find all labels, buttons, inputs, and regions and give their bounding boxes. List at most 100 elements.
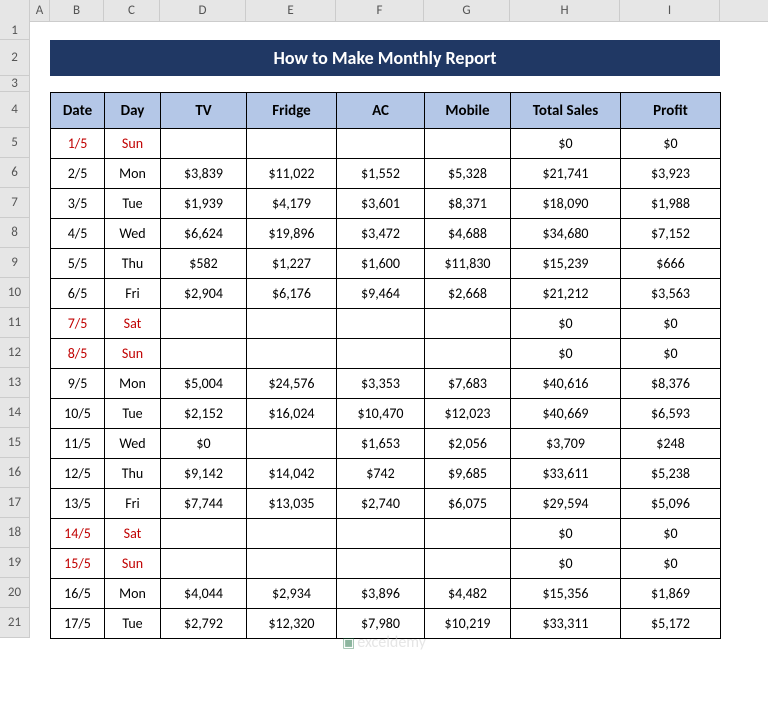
- header-ac[interactable]: AC: [337, 93, 425, 129]
- header-tv[interactable]: TV: [161, 93, 247, 129]
- cell-mobile[interactable]: $2,668: [425, 279, 511, 309]
- cell-fridge[interactable]: $6,176: [247, 279, 337, 309]
- cell-total[interactable]: $40,669: [511, 399, 621, 429]
- cell-fridge[interactable]: $19,896: [247, 219, 337, 249]
- cell-date[interactable]: 14/5: [51, 519, 105, 549]
- cell-day[interactable]: Tue: [105, 189, 161, 219]
- row-header[interactable]: 4: [0, 92, 29, 128]
- cell-ac[interactable]: $2,740: [337, 489, 425, 519]
- cell-total[interactable]: $0: [511, 129, 621, 159]
- cell-profit[interactable]: $0: [621, 129, 721, 159]
- cell-day[interactable]: Tue: [105, 609, 161, 639]
- cell-ac[interactable]: $10,470: [337, 399, 425, 429]
- col-header-b[interactable]: B: [50, 0, 104, 21]
- cell-ac[interactable]: [337, 129, 425, 159]
- cell-tv[interactable]: $6,624: [161, 219, 247, 249]
- row-header[interactable]: 10: [0, 278, 29, 308]
- cell-total[interactable]: $29,594: [511, 489, 621, 519]
- cell-total[interactable]: $33,311: [511, 609, 621, 639]
- cell-profit[interactable]: $0: [621, 339, 721, 369]
- cell-tv[interactable]: $2,152: [161, 399, 247, 429]
- cell-ac[interactable]: $3,601: [337, 189, 425, 219]
- cell-total[interactable]: $15,239: [511, 249, 621, 279]
- cell-date[interactable]: 15/5: [51, 549, 105, 579]
- cell-mobile[interactable]: $4,482: [425, 579, 511, 609]
- col-header-g[interactable]: G: [424, 0, 510, 21]
- cell-ac[interactable]: [337, 519, 425, 549]
- cell-tv[interactable]: $1,939: [161, 189, 247, 219]
- cell-profit[interactable]: $8,376: [621, 369, 721, 399]
- cell-profit[interactable]: $248: [621, 429, 721, 459]
- row-header[interactable]: 2: [0, 40, 29, 76]
- row-header[interactable]: 12: [0, 338, 29, 368]
- cell-ac[interactable]: $1,600: [337, 249, 425, 279]
- cell-total[interactable]: $33,611: [511, 459, 621, 489]
- cell-day[interactable]: Fri: [105, 489, 161, 519]
- cell-fridge[interactable]: $11,022: [247, 159, 337, 189]
- cell-fridge[interactable]: $14,042: [247, 459, 337, 489]
- cell-date[interactable]: 3/5: [51, 189, 105, 219]
- cell-profit[interactable]: $0: [621, 519, 721, 549]
- cell-ac[interactable]: [337, 339, 425, 369]
- cell-ac[interactable]: $1,552: [337, 159, 425, 189]
- cell-day[interactable]: Wed: [105, 219, 161, 249]
- cell-mobile[interactable]: $8,371: [425, 189, 511, 219]
- cell-profit[interactable]: $0: [621, 309, 721, 339]
- select-all-corner[interactable]: [0, 0, 30, 22]
- cell-tv[interactable]: $7,744: [161, 489, 247, 519]
- cell-day[interactable]: Sun: [105, 129, 161, 159]
- row-header[interactable]: 20: [0, 578, 29, 608]
- cell-mobile[interactable]: [425, 549, 511, 579]
- cell-fridge[interactable]: [247, 519, 337, 549]
- cell-day[interactable]: Wed: [105, 429, 161, 459]
- cell-tv[interactable]: [161, 309, 247, 339]
- col-header-a[interactable]: A: [30, 0, 50, 21]
- cell-day[interactable]: Thu: [105, 249, 161, 279]
- cell-mobile[interactable]: $11,830: [425, 249, 511, 279]
- col-header-e[interactable]: E: [246, 0, 336, 21]
- row-header[interactable]: 6: [0, 158, 29, 188]
- cell-day[interactable]: Mon: [105, 579, 161, 609]
- cell-day[interactable]: Mon: [105, 369, 161, 399]
- cell-profit[interactable]: $7,152: [621, 219, 721, 249]
- cell-total[interactable]: $34,680: [511, 219, 621, 249]
- cell-fridge[interactable]: $1,227: [247, 249, 337, 279]
- cell-profit[interactable]: $1,988: [621, 189, 721, 219]
- cell-ac[interactable]: $3,353: [337, 369, 425, 399]
- cell-fridge[interactable]: [247, 129, 337, 159]
- cell-profit[interactable]: $3,563: [621, 279, 721, 309]
- col-header-c[interactable]: C: [104, 0, 160, 21]
- cell-mobile[interactable]: $5,328: [425, 159, 511, 189]
- cell-mobile[interactable]: $2,056: [425, 429, 511, 459]
- cell-date[interactable]: 7/5: [51, 309, 105, 339]
- cell-date[interactable]: 6/5: [51, 279, 105, 309]
- row-header[interactable]: 7: [0, 188, 29, 218]
- report-title-cell[interactable]: How to Make Monthly Report: [50, 40, 720, 76]
- cell-total[interactable]: $0: [511, 519, 621, 549]
- cell-date[interactable]: 17/5: [51, 609, 105, 639]
- cell-profit[interactable]: $5,238: [621, 459, 721, 489]
- row-header[interactable]: 11: [0, 308, 29, 338]
- cell-date[interactable]: 13/5: [51, 489, 105, 519]
- col-header-f[interactable]: F: [336, 0, 424, 21]
- cell-day[interactable]: Tue: [105, 399, 161, 429]
- cell-day[interactable]: Mon: [105, 159, 161, 189]
- col-header-d[interactable]: D: [160, 0, 246, 21]
- cell-ac[interactable]: [337, 549, 425, 579]
- cell-mobile[interactable]: [425, 129, 511, 159]
- cell-mobile[interactable]: $4,688: [425, 219, 511, 249]
- cell-profit[interactable]: $1,869: [621, 579, 721, 609]
- cell-tv[interactable]: [161, 339, 247, 369]
- cell-fridge[interactable]: $16,024: [247, 399, 337, 429]
- cell-tv[interactable]: $3,839: [161, 159, 247, 189]
- cell-total[interactable]: $0: [511, 549, 621, 579]
- cell-profit[interactable]: $0: [621, 549, 721, 579]
- row-header[interactable]: 5: [0, 128, 29, 158]
- row-header[interactable]: 17: [0, 488, 29, 518]
- header-day[interactable]: Day: [105, 93, 161, 129]
- cell-fridge[interactable]: [247, 339, 337, 369]
- cell-date[interactable]: 11/5: [51, 429, 105, 459]
- cell-date[interactable]: 5/5: [51, 249, 105, 279]
- cell-total[interactable]: $3,709: [511, 429, 621, 459]
- col-header-h[interactable]: H: [510, 0, 620, 21]
